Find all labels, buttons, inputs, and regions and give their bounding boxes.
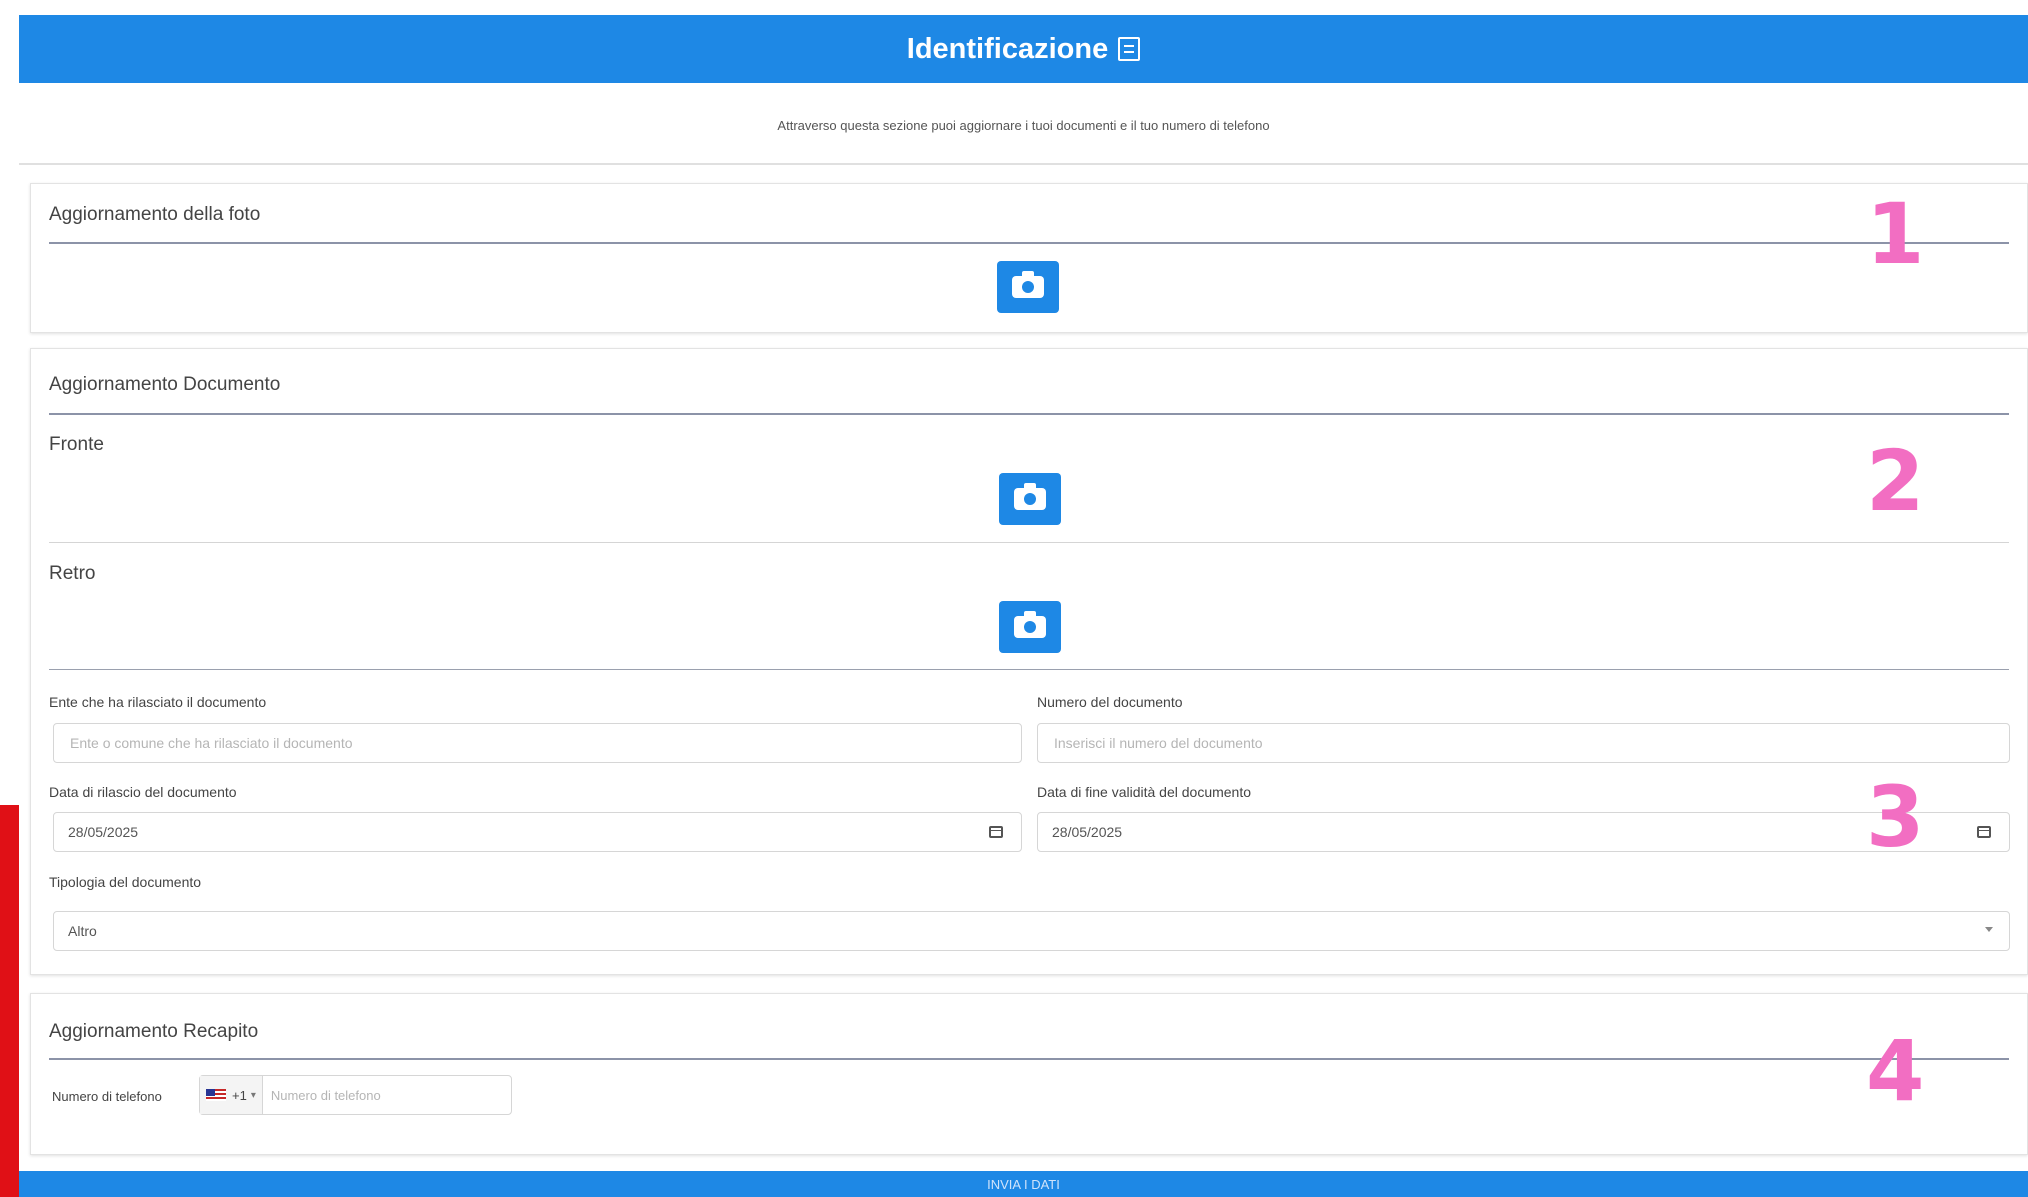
back-label: Retro — [49, 563, 96, 584]
upload-front-button[interactable] — [999, 473, 1061, 525]
page-title: Identificazione — [906, 32, 1109, 65]
camera-icon — [1014, 483, 1046, 510]
divider — [19, 163, 2028, 165]
issuer-label: Ente che ha rilasciato il documento — [49, 694, 267, 710]
front-label: Fronte — [49, 434, 104, 455]
section-divider — [49, 669, 2009, 670]
issue-date-value: 28/05/2025 — [68, 824, 139, 840]
page-header: Identificazione — [19, 15, 2028, 83]
upload-photo-button[interactable] — [997, 261, 1059, 313]
section-divider — [49, 242, 2009, 244]
document-number-label: Numero del documento — [1037, 694, 1183, 710]
calendar-icon[interactable] — [1977, 826, 1991, 838]
phone-field[interactable]: +1 ▾ — [199, 1075, 512, 1115]
photo-section-title: Aggiornamento della foto — [49, 204, 261, 225]
chevron-down-icon — [1985, 927, 1993, 932]
camera-icon — [1012, 271, 1044, 298]
contact-section-title: Aggiornamento Recapito — [49, 1021, 259, 1042]
divider — [49, 542, 2009, 543]
chevron-down-icon: ▾ — [250, 1089, 256, 1101]
step-number-1: 1 — [1866, 185, 1925, 283]
country-code-select[interactable]: +1 ▾ — [200, 1076, 263, 1114]
phone-label: Numero di telefono — [52, 1089, 162, 1104]
intro-text: Attraverso questa sezione puoi aggiornar… — [777, 118, 1270, 133]
issuer-field[interactable] — [53, 723, 1022, 763]
document-type-value: Altro — [68, 923, 97, 939]
submit-label: INVIA I DATI — [987, 1176, 1060, 1192]
document-number-input[interactable] — [1052, 734, 1995, 752]
red-marker — [0, 805, 19, 1197]
document-number-field[interactable] — [1037, 723, 2010, 763]
issue-date-field[interactable]: 28/05/2025 — [53, 812, 1022, 852]
issuer-input[interactable] — [68, 734, 1007, 752]
calendar-icon[interactable] — [989, 826, 1003, 838]
document-icon — [1118, 37, 1141, 61]
country-code: +1 — [232, 1087, 247, 1103]
step-number-3: 3 — [1866, 768, 1925, 866]
step-number-4: 4 — [1866, 1022, 1925, 1120]
expiry-date-field[interactable]: 28/05/2025 — [1037, 812, 2010, 852]
phone-input[interactable] — [262, 1086, 511, 1104]
document-type-label: Tipologia del documento — [49, 874, 202, 890]
section-divider — [49, 413, 2009, 415]
expiry-date-value: 28/05/2025 — [1052, 824, 1123, 840]
us-flag-icon — [206, 1089, 226, 1101]
upload-back-button[interactable] — [999, 601, 1061, 653]
contact-section: Aggiornamento Recapito Numero di telefon… — [30, 993, 2028, 1155]
expiry-date-label: Data di fine validità del documento — [1037, 784, 1252, 800]
section-divider — [49, 1058, 2009, 1060]
step-number-2: 2 — [1866, 432, 1925, 530]
submit-button[interactable]: INVIA I DATI — [19, 1171, 2028, 1197]
document-section: Aggiornamento Documento Fronte Retro Ent… — [30, 348, 2028, 975]
issue-date-label: Data di rilascio del documento — [49, 784, 237, 800]
photo-section: Aggiornamento della foto — [30, 183, 2028, 333]
camera-icon — [1014, 611, 1046, 638]
document-type-select[interactable]: Altro — [53, 911, 2010, 951]
document-section-title: Aggiornamento Documento — [49, 374, 281, 395]
